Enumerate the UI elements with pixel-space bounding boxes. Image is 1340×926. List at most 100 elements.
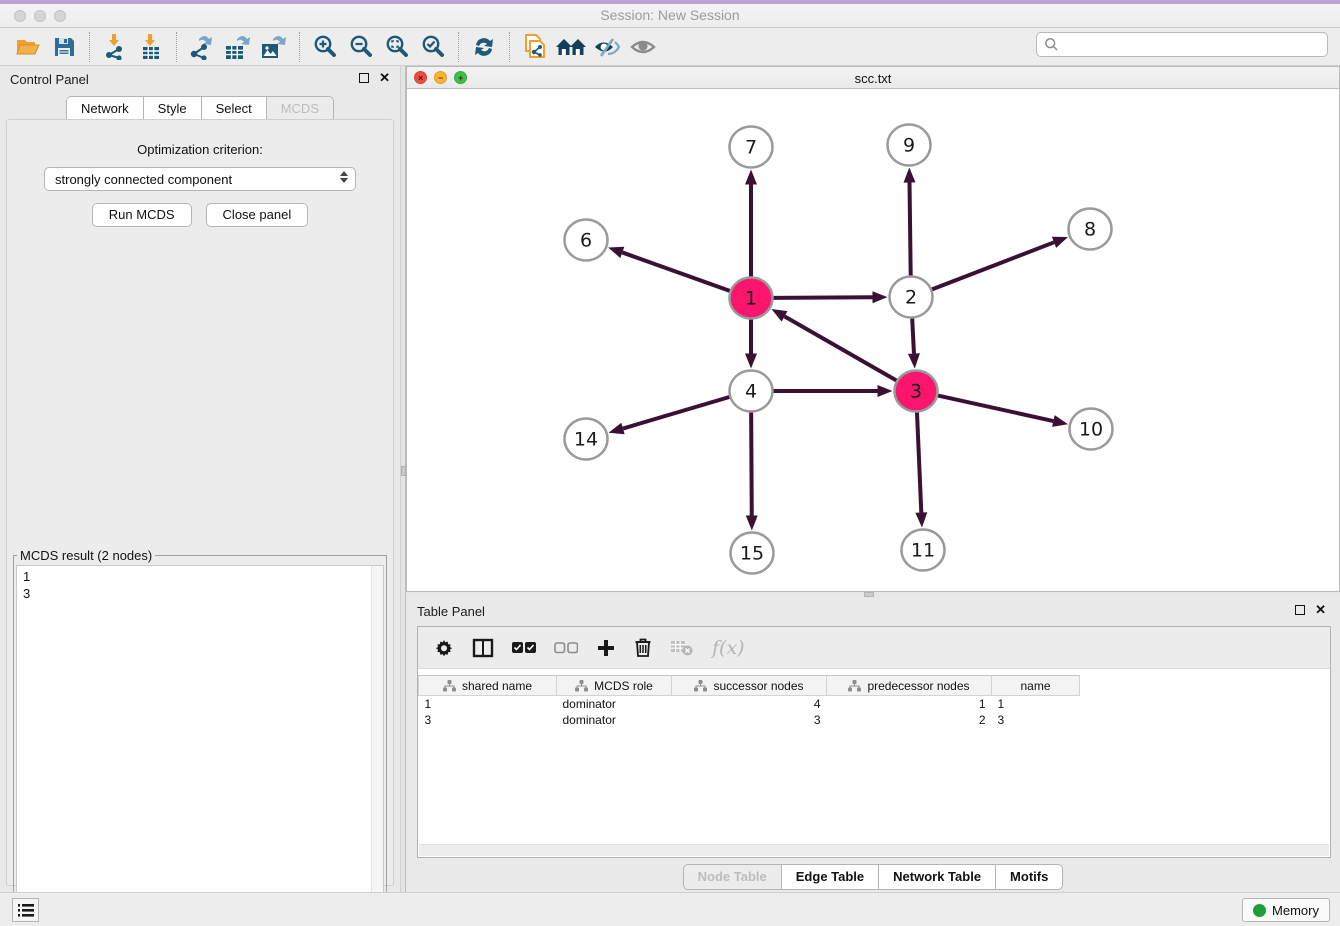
hide-unselected-eye-icon[interactable]	[589, 31, 625, 63]
mcds-result-fieldset: MCDS result (2 nodes) 13	[13, 548, 387, 926]
table-row[interactable]: 3dominator323	[419, 712, 1331, 728]
edge-4-15[interactable]	[751, 412, 752, 515]
tab-edge-table[interactable]: Edge Table	[781, 864, 878, 890]
edge-2-8[interactable]	[932, 242, 1054, 289]
graph-node-10[interactable]: 10	[1070, 409, 1113, 450]
edge-arrowhead	[878, 385, 893, 397]
edge-arrowhead	[908, 353, 920, 368]
cell-name[interactable]: 1	[992, 696, 1080, 712]
open-session-icon[interactable]	[10, 31, 46, 63]
column-view-icon[interactable]	[472, 638, 494, 658]
deselect-all-columns-icon[interactable]	[554, 642, 578, 654]
graph-node-3[interactable]: 3	[895, 371, 938, 412]
search-box[interactable]	[1036, 32, 1328, 57]
run-mcds-button[interactable]: Run MCDS	[92, 203, 192, 227]
splitter-grip[interactable]	[864, 592, 874, 597]
close-panel-icon[interactable]: ✕	[1315, 605, 1326, 615]
table-row[interactable]: 1dominator411	[419, 696, 1331, 712]
zoom-fit-icon[interactable]	[379, 31, 415, 63]
table-hscrollbar[interactable]	[419, 844, 1329, 856]
graph-node-8[interactable]: 8	[1069, 209, 1112, 250]
column-header-MCDS-role[interactable]: MCDS role	[557, 676, 672, 696]
show-all-eye-icon[interactable]	[625, 31, 661, 63]
close-panel-icon[interactable]: ✕	[379, 73, 390, 83]
edge-4-14[interactable]	[623, 397, 729, 429]
control-panel-title: Control Panel	[10, 72, 89, 87]
graph-node-14[interactable]: 14	[565, 419, 608, 460]
zoom-in-icon[interactable]	[307, 31, 343, 63]
search-input[interactable]	[1059, 35, 1327, 55]
edge-3-11[interactable]	[917, 412, 921, 512]
tab-network[interactable]: Network	[66, 96, 143, 121]
graph-node-4[interactable]: 4	[730, 371, 773, 412]
result-scrollbar[interactable]	[371, 566, 383, 922]
select-all-columns-icon[interactable]	[512, 642, 536, 654]
create-column-plus-icon[interactable]	[596, 638, 616, 658]
graph-node-15[interactable]: 15	[731, 533, 774, 574]
tab-select[interactable]: Select	[201, 96, 266, 121]
float-panel-icon[interactable]	[359, 73, 369, 83]
graph-node-1[interactable]: 1	[730, 278, 773, 319]
function-builder-icon[interactable]: f(x)	[712, 637, 745, 659]
svg-text:4: 4	[745, 381, 757, 403]
tab-motifs[interactable]: Motifs	[995, 864, 1063, 890]
edge-arrowhead	[746, 515, 758, 530]
cell-predecessor-nodes[interactable]: 1	[827, 696, 992, 712]
export-network-icon[interactable]	[184, 31, 220, 63]
column-header-shared-name[interactable]: shared name	[419, 676, 557, 696]
tab-network-table[interactable]: Network Table	[878, 864, 995, 890]
cell-MCDS-role[interactable]: dominator	[557, 712, 672, 728]
import-network-icon[interactable]	[97, 31, 133, 63]
close-panel-button[interactable]: Close panel	[206, 203, 309, 227]
graph-node-9[interactable]: 9	[888, 125, 931, 166]
graph-node-11[interactable]: 11	[902, 530, 945, 571]
network-window-titlebar: × − + scc.txt	[407, 67, 1339, 89]
memory-button[interactable]: Memory	[1242, 898, 1330, 922]
delete-columns-trash-icon[interactable]	[634, 637, 652, 658]
edge-2-9[interactable]	[910, 182, 911, 275]
toolbar-separator	[299, 32, 300, 62]
export-table-icon[interactable]	[220, 31, 256, 63]
graph-node-7[interactable]: 7	[730, 127, 773, 168]
edge-3-10[interactable]	[938, 396, 1053, 421]
cell-shared-name[interactable]: 1	[419, 696, 557, 712]
refresh-layout-icon[interactable]	[466, 31, 502, 63]
edge-2-3[interactable]	[912, 318, 914, 353]
column-header-predecessor-nodes[interactable]: predecessor nodes	[827, 676, 992, 696]
edge-3-1[interactable]	[785, 316, 897, 380]
graph-node-6[interactable]: 6	[565, 220, 608, 261]
column-header-successor-nodes[interactable]: successor nodes	[672, 676, 827, 696]
table-settings-gear-icon[interactable]	[434, 638, 454, 658]
cell-predecessor-nodes[interactable]: 2	[827, 712, 992, 728]
export-image-icon[interactable]	[256, 31, 292, 63]
column-header-name[interactable]: name	[992, 676, 1080, 696]
clone-network-icon[interactable]	[517, 31, 553, 63]
tab-mcds[interactable]: MCDS	[266, 96, 334, 121]
network-canvas[interactable]: 7 9 6 8 1 2 4 3 14 10 15 11	[407, 89, 1339, 591]
graph-node-2[interactable]: 2	[890, 277, 933, 318]
cell-shared-name[interactable]: 3	[419, 712, 557, 728]
task-history-menu-button[interactable]	[12, 898, 39, 922]
tab-node-table[interactable]: Node Table	[683, 864, 781, 890]
cell-MCDS-role[interactable]: dominator	[557, 696, 672, 712]
edge-1-2[interactable]	[773, 297, 872, 298]
import-table-icon[interactable]	[133, 31, 169, 63]
cell-successor-nodes[interactable]: 3	[672, 712, 827, 728]
zoom-out-icon[interactable]	[343, 31, 379, 63]
save-session-icon[interactable]	[46, 31, 82, 63]
svg-text:6: 6	[580, 230, 592, 252]
toolbar-separator	[458, 32, 459, 62]
svg-text:10: 10	[1079, 419, 1103, 441]
home-houses-icon[interactable]	[553, 31, 589, 63]
tab-style[interactable]: Style	[143, 96, 201, 121]
optimization-criterion-select[interactable]: strongly connected component	[44, 167, 356, 191]
cell-successor-nodes[interactable]: 4	[672, 696, 827, 712]
float-panel-icon[interactable]	[1295, 605, 1305, 615]
network-view-window: × − + scc.txt 7 9 6 8 1 2 4 3 14 10 15 11	[406, 66, 1340, 592]
cell-name[interactable]: 3	[992, 712, 1080, 728]
edge-arrowhead	[745, 354, 757, 369]
edge-1-6[interactable]	[622, 252, 729, 290]
zoom-selected-icon[interactable]	[415, 31, 451, 63]
mcds-result-text[interactable]: 13	[16, 565, 384, 923]
delete-table-icon[interactable]	[670, 639, 694, 657]
